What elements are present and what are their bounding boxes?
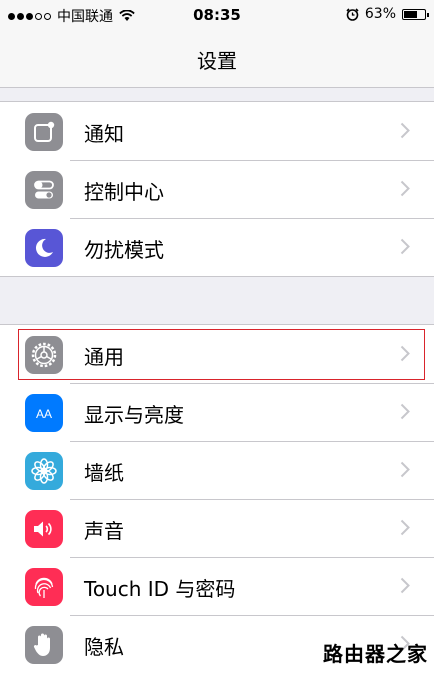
display-brightness-icon: AA xyxy=(25,394,63,432)
chevron-right-icon xyxy=(400,345,410,362)
alarm-icon xyxy=(346,7,359,21)
status-bar: 中国联通 08:35 63% xyxy=(0,0,434,30)
watermark-text: 路由器之家 xyxy=(323,642,428,666)
control-center-icon xyxy=(25,171,63,209)
do-not-disturb-icon xyxy=(25,229,63,267)
settings-group-1: 通知 控制中心 勿扰模式 xyxy=(0,101,434,277)
chevron-right-icon xyxy=(400,238,410,255)
chevron-right-icon xyxy=(400,180,410,197)
wallpaper-icon xyxy=(25,452,63,490)
settings-row-label: 通知 xyxy=(84,122,124,146)
settings-row-general[interactable]: 通用 xyxy=(0,325,434,383)
settings-row-do-not-disturb[interactable]: 勿扰模式 xyxy=(0,218,434,276)
settings-row-label: 墙纸 xyxy=(84,461,124,485)
settings-row-label: 通用 xyxy=(84,345,124,369)
settings-screen: 中国联通 08:35 63% 设置 通知 控制中心 勿扰模式 通用 AA 显示与… xyxy=(0,0,434,675)
settings-row-label: 声音 xyxy=(84,519,124,543)
settings-row-wallpaper[interactable]: 墙纸 xyxy=(0,441,434,499)
notifications-icon xyxy=(25,113,63,151)
settings-row-label: Touch ID 与密码 xyxy=(84,577,236,601)
gear-icon xyxy=(25,336,63,374)
settings-row-label: 显示与亮度 xyxy=(84,403,184,427)
settings-row-label: 隐私 xyxy=(84,635,124,659)
sound-icon xyxy=(25,510,63,548)
page-title: 设置 xyxy=(197,49,237,73)
settings-row-touch-id[interactable]: Touch ID 与密码 xyxy=(0,557,434,615)
status-right: 63% xyxy=(346,6,429,22)
settings-row-display-brightness[interactable]: AA 显示与亮度 xyxy=(0,383,434,441)
battery-percentage: 63% xyxy=(364,6,396,22)
settings-row-notifications[interactable]: 通知 xyxy=(0,102,434,160)
settings-row-label: 勿扰模式 xyxy=(84,238,164,262)
settings-group-2: 通用 AA 显示与亮度 墙纸 声音 Touch ID 与密码 隐私 xyxy=(0,324,434,675)
chevron-right-icon xyxy=(400,519,410,536)
settings-row-control-center[interactable]: 控制中心 xyxy=(0,160,434,218)
navigation-bar: 设置 xyxy=(0,30,434,88)
chevron-right-icon xyxy=(400,403,410,420)
privacy-hand-icon xyxy=(25,626,63,664)
chevron-right-icon xyxy=(400,461,410,478)
settings-row-sounds[interactable]: 声音 xyxy=(0,499,434,557)
touch-id-icon xyxy=(25,568,63,606)
settings-row-label: 控制中心 xyxy=(84,180,164,204)
chevron-right-icon xyxy=(400,122,410,139)
chevron-right-icon xyxy=(400,577,410,594)
battery-icon xyxy=(402,8,429,20)
